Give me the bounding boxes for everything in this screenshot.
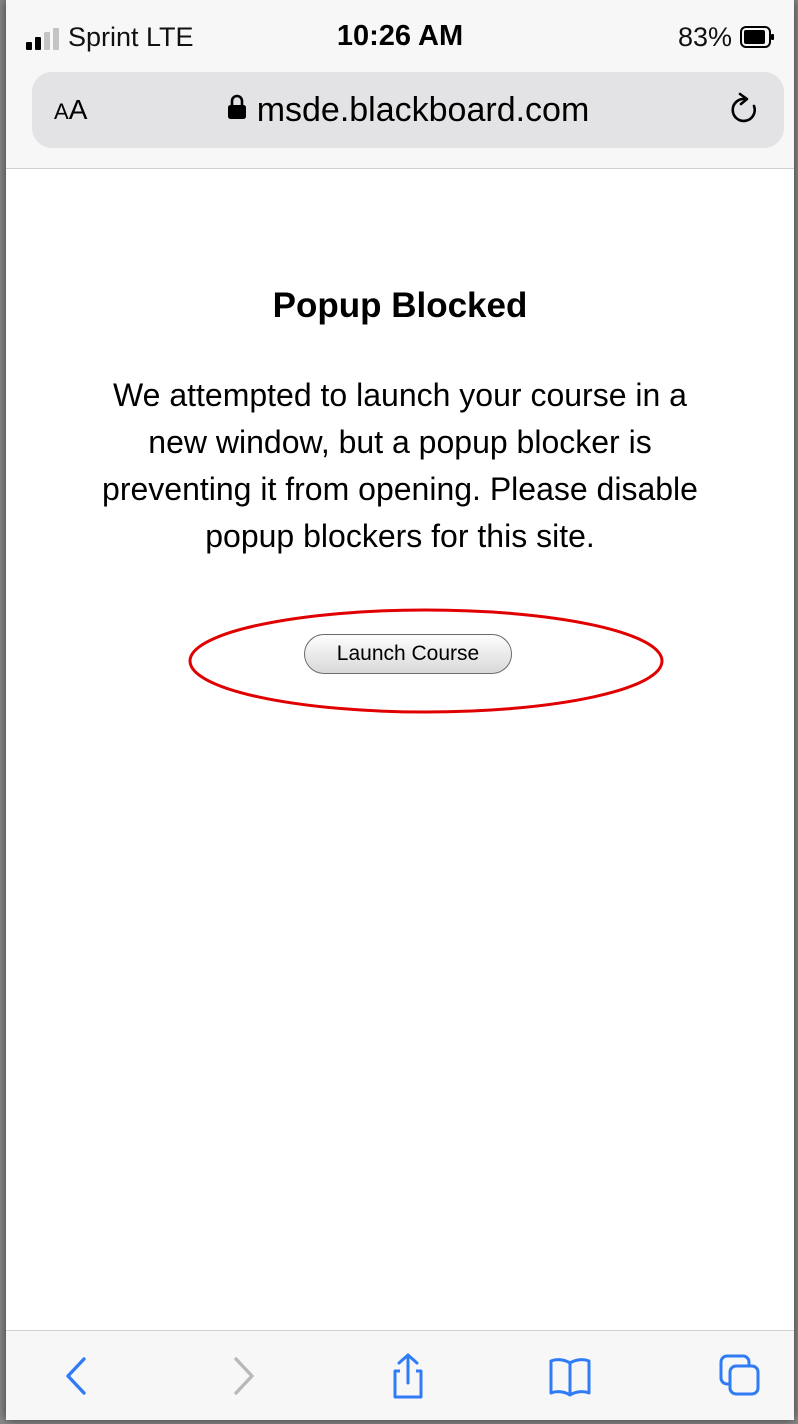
browser-toolbar-top: AA msde.blackboard.com [6, 66, 794, 169]
share-icon[interactable] [386, 1353, 430, 1399]
popup-blocked-message: We attempted to launch your course in a … [102, 377, 698, 554]
back-icon[interactable] [56, 1353, 100, 1399]
tabs-icon[interactable] [718, 1353, 762, 1399]
reload-icon[interactable] [728, 92, 762, 128]
lock-icon [227, 94, 246, 119]
battery-icon [740, 26, 774, 48]
browser-toolbar-bottom [6, 1330, 794, 1420]
bookmarks-icon[interactable] [548, 1353, 592, 1399]
forward-icon[interactable] [220, 1353, 264, 1399]
status-bar: Sprint LTE 10:26 AM 83% [6, 0, 794, 66]
clock: 10:26 AM [336, 20, 464, 52]
phone-screen: Sprint LTE 10:26 AM 83% AA msde.blackboa… [6, 0, 794, 1420]
url-field[interactable]: msde.blackboard.com [32, 72, 784, 148]
address-bar[interactable]: AA msde.blackboard.com [32, 72, 784, 148]
url-text: msde.blackboard.com [256, 91, 590, 129]
page-title: Popup Blocked [272, 286, 528, 325]
battery-percent: 83% [677, 22, 732, 52]
launch-course-button[interactable]: Launch Course [304, 634, 512, 674]
